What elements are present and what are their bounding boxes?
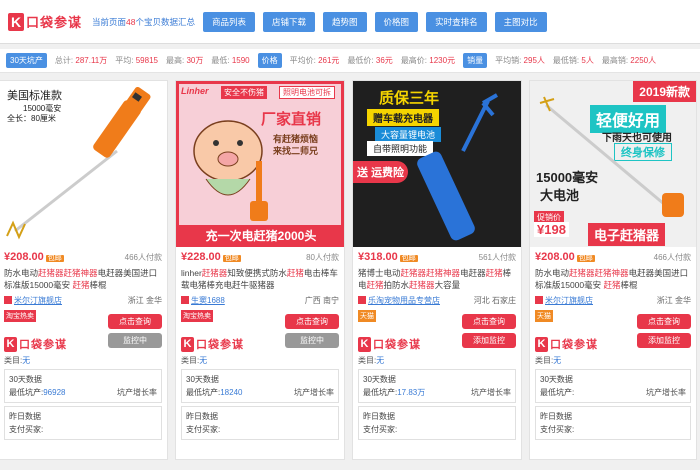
product-price: ¥208.00 包邮 <box>4 251 64 263</box>
mini-logo: K 口袋参谋 <box>535 336 598 352</box>
yesterday-box: 昨日数据 支付买家: <box>535 406 691 440</box>
product-price: ¥208.00 包邮 <box>535 251 595 263</box>
query-button[interactable]: 点击查询 <box>462 314 516 329</box>
yesterday-box: 昨日数据 支付买家: <box>4 406 162 440</box>
product-title[interactable]: linher赶猪器知致便携式防水赶猪电击棒车载电猪棒充电赶牛驱猪器 <box>181 267 339 291</box>
tmall-tag: 天猫 <box>535 310 553 322</box>
data-30d-box: 30天数据 最低坑产:17.83万 坑产增长率 <box>358 369 516 403</box>
sold-count: 466人付款 <box>653 252 691 262</box>
stat-price-max: 1230元 <box>429 56 456 65</box>
query-button[interactable]: 点击查询 <box>285 314 339 329</box>
nav-price-chart-button[interactable]: 价格图 <box>374 11 419 32</box>
stat-max: 30万 <box>186 56 204 65</box>
logo-text: 口袋参谋 <box>26 15 83 30</box>
stat-tag-sales30: 30天坑产 <box>6 53 47 68</box>
sold-count: 466人付款 <box>124 252 162 262</box>
product-title[interactable]: 防水电动赶猪器赶猪神器电赶器美国进口标准版15000毫安 赶猪棒棍 <box>535 267 691 291</box>
category-line: 类目:无 <box>535 356 562 365</box>
mini-logo: K 口袋参谋 <box>358 336 421 352</box>
shop-location: 浙江 金华 <box>127 296 162 305</box>
tmall-tag: 天猫 <box>358 310 376 322</box>
logo-k-icon: K <box>8 12 24 31</box>
product-price: ¥228.00 包邮 <box>181 251 241 263</box>
hot-sale-tag: 淘宝热卖 <box>181 310 213 322</box>
nav-realtime-rank-button[interactable]: 实时查排名 <box>426 11 487 32</box>
page-summary: 当前页面48个宝贝数据汇总 <box>92 16 195 27</box>
shop-icon <box>535 296 543 304</box>
stat-min: 1590 <box>231 56 250 65</box>
product-title[interactable]: 猪博士电动赶猪器赶猪神器电赶器赶猪棒电赶猪拍防水赶猪器大容量 <box>358 267 516 291</box>
cattle-prod-icon <box>6 87 151 240</box>
product-card[interactable]: 质保三年 赠车载充电器 大容量锂电池 自带照明功能 送 运费险 ¥318.00 包… <box>352 80 522 460</box>
cattle-prod-icon <box>539 96 684 217</box>
add-monitor-button[interactable]: 添加监控 <box>637 333 691 348</box>
product-title[interactable]: 防水电动赶猪器赶猪神器电赶器美国进口标准版15000毫安 赶猪棒棍 <box>4 267 162 291</box>
stat-total: 287.11万 <box>75 56 108 65</box>
nav-product-list-button[interactable]: 商品列表 <box>203 11 256 32</box>
shop-icon <box>4 296 12 304</box>
cattle-prod-icon <box>417 93 498 241</box>
product-grid: 美国标准款 15000毫安 全长：80厘米 ¥208.00 包邮 466人付款 防… <box>0 73 700 460</box>
query-button[interactable]: 点击查询 <box>108 314 162 329</box>
yesterday-box: 昨日数据 支付买家: <box>181 406 339 440</box>
stat-price-min: 36元 <box>375 56 393 65</box>
category-line: 类目:无 <box>181 356 208 365</box>
hot-sale-tag: 淘宝热卖 <box>4 310 36 322</box>
product-price: ¥318.00 包邮 <box>358 251 418 263</box>
sold-count: 561人付款 <box>478 252 516 262</box>
nav-trend-chart-button[interactable]: 趋势图 <box>323 11 367 32</box>
stat-sales-max: 2250人 <box>630 56 657 65</box>
stat-tag-price: 价格 <box>257 53 282 68</box>
category-line: 类目:无 <box>4 356 31 365</box>
shop-link[interactable]: 米尔汀旗舰店 <box>14 296 62 305</box>
shop-link[interactable]: 米尔汀旗舰店 <box>545 296 593 305</box>
sold-count: 80人付款 <box>306 252 339 262</box>
yesterday-box: 昨日数据 支付买家: <box>358 406 516 440</box>
product-image[interactable]: 美国标准款 15000毫安 全长：80厘米 <box>0 81 167 247</box>
summary-stats-bar: 30天坑产 总计: 287.11万 平均: 59815 最高: 30万 最低: … <box>0 49 700 73</box>
data-30d-box: 30天数据 最低坑产: 坑产增长率 <box>535 369 691 403</box>
shop-link[interactable]: 生窦1688 <box>191 296 225 305</box>
stat-avg: 59815 <box>135 56 158 65</box>
stat-price-avg: 261元 <box>318 56 340 65</box>
nav-shop-download-button[interactable]: 店铺下载 <box>263 11 316 32</box>
stat-tag-sales: 销量 <box>463 53 488 68</box>
nav-main-image-compare-button[interactable]: 主图对比 <box>494 11 547 32</box>
top-bar: K 口袋参谋 当前页面48个宝贝数据汇总 商品列表 店铺下载 趋势图 价格图 实… <box>0 0 700 44</box>
shop-link[interactable]: 乐淘宠物用品专营店 <box>368 296 440 305</box>
product-card[interactable]: 美国标准款 15000毫安 全长：80厘米 ¥208.00 包邮 466人付款 防… <box>0 80 168 460</box>
pig-mascot-icon <box>193 120 268 221</box>
data-30d-box: 30天数据 最低坑产:18240 坑产增长率 <box>181 369 339 403</box>
stat-sales-avg: 295人 <box>523 56 545 65</box>
app-logo[interactable]: K 口袋参谋 <box>8 12 84 31</box>
add-monitor-button[interactable]: 添加监控 <box>462 333 516 348</box>
shop-location: 广西 南宁 <box>304 296 339 305</box>
product-card[interactable]: Linher 安全不伤猪 照明电池可拆 厂家直销 有赶猪烦恼 来找二师兄 充一次… <box>175 80 345 460</box>
stat-sales-min: 5人 <box>581 56 594 65</box>
category-line: 类目:无 <box>358 356 385 365</box>
product-image[interactable]: Linher 安全不伤猪 照明电池可拆 厂家直销 有赶猪烦恼 来找二师兄 充一次… <box>176 81 344 247</box>
query-button[interactable]: 点击查询 <box>637 314 691 329</box>
shop-icon <box>358 296 366 304</box>
data-30d-box: 30天数据 最低坑产:96928 坑产增长率 <box>4 369 162 403</box>
shop-location: 浙江 金华 <box>656 296 691 305</box>
mini-logo: K 口袋参谋 <box>4 336 67 352</box>
monitoring-button[interactable]: 监控中 <box>285 333 339 348</box>
product-image[interactable]: 质保三年 赠车载充电器 大容量锂电池 自带照明功能 送 运费险 <box>353 81 521 247</box>
mini-logo: K 口袋参谋 <box>181 336 244 352</box>
monitoring-button[interactable]: 监控中 <box>108 333 162 348</box>
product-image[interactable]: 2019新款 轻便好用 下雨天也可使用 终身保修 15000毫安 大电池 促销价… <box>530 81 696 247</box>
shop-location: 河北 石家庄 <box>473 296 516 305</box>
product-card[interactable]: 2019新款 轻便好用 下雨天也可使用 终身保修 15000毫安 大电池 促销价… <box>529 80 697 460</box>
shop-icon <box>181 296 189 304</box>
